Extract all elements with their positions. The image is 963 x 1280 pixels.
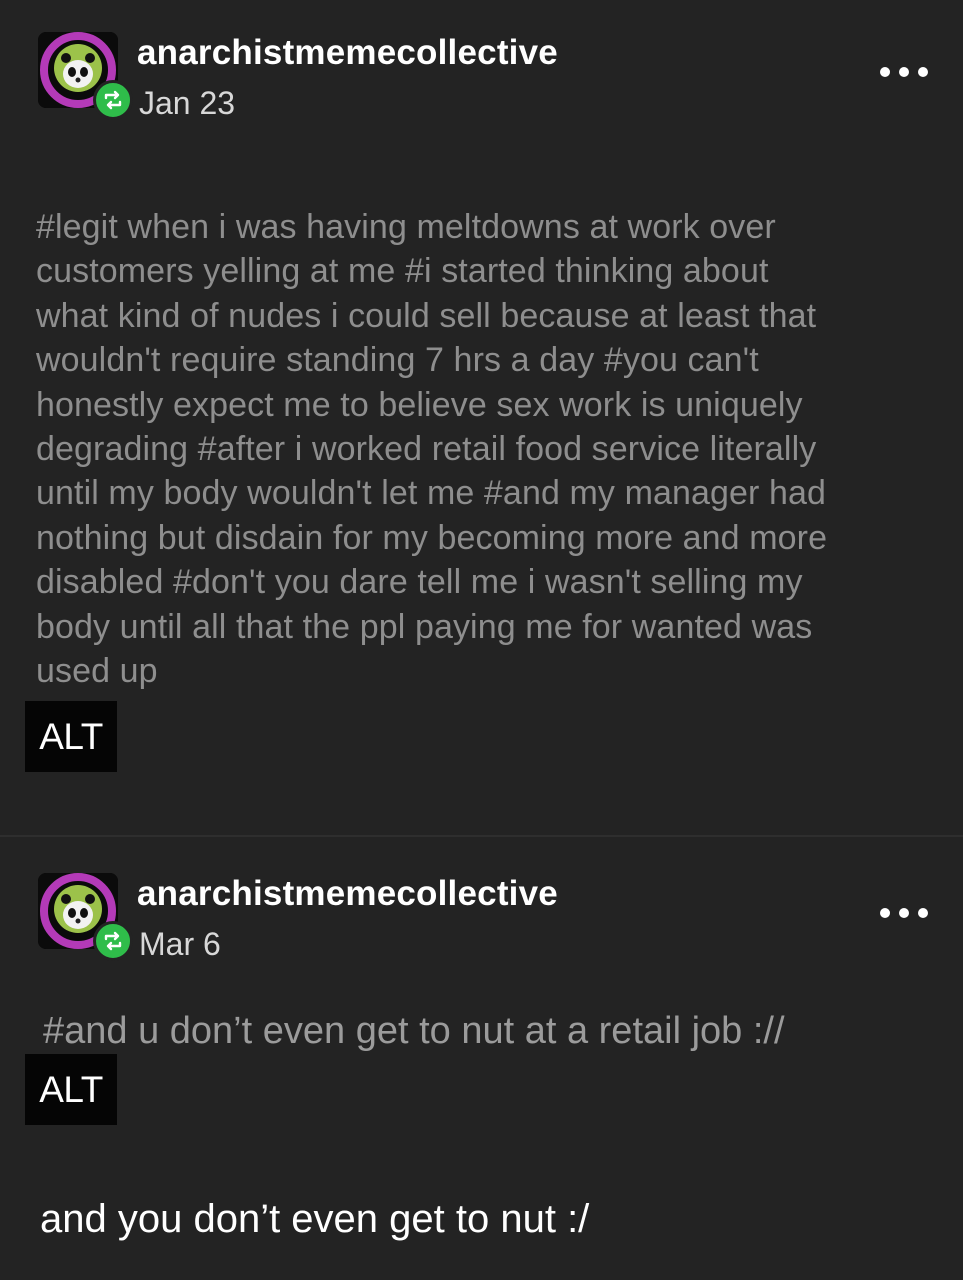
more-options-icon[interactable] [880,62,928,82]
image-tag-line: used up [36,651,158,690]
image-tag-line: #legit when i was having meltdowns at wo… [36,208,776,246]
image-tag-line: customers yelling at me #i started think… [36,252,769,291]
post-1: anarchistmemecollective Jan 23 #legit wh… [0,0,963,836]
image-tag-line: wouldn't require standing 7 hrs a day #y… [36,341,759,380]
image-tag-line: body until all that the ppl paying me fo… [36,607,813,646]
post-image-tag-text[interactable]: #and u don’t even get to nut at a retail… [43,1010,785,1053]
alt-text-button[interactable]: ALT [25,701,117,772]
reblog-icon [93,80,133,120]
image-tag-line: disabled #don't you dare tell me i wasn'… [36,563,803,602]
image-tag-line: until my body wouldn't let me #and my ma… [36,474,827,513]
post-image[interactable]: #legit when i was having meltdowns at wo… [36,205,936,693]
post-date[interactable]: Mar 6 [139,926,221,963]
post-date[interactable]: Jan 23 [139,85,235,122]
reblog-icon [93,921,133,961]
image-tag-line: what kind of nudes i could sell because … [36,296,817,335]
post-body-text: and you don’t even get to nut :/ [40,1197,590,1241]
image-tag-line: honestly expect me to believe sex work i… [36,385,803,424]
more-options-icon[interactable] [880,903,928,923]
alt-text-button[interactable]: ALT [25,1054,117,1125]
username[interactable]: anarchistmemecollective [137,874,558,914]
username[interactable]: anarchistmemecollective [137,33,558,73]
image-tag-line: degrading #after i worked retail food se… [36,429,817,468]
image-tag-line: nothing but disdain for my becoming more… [36,518,828,557]
